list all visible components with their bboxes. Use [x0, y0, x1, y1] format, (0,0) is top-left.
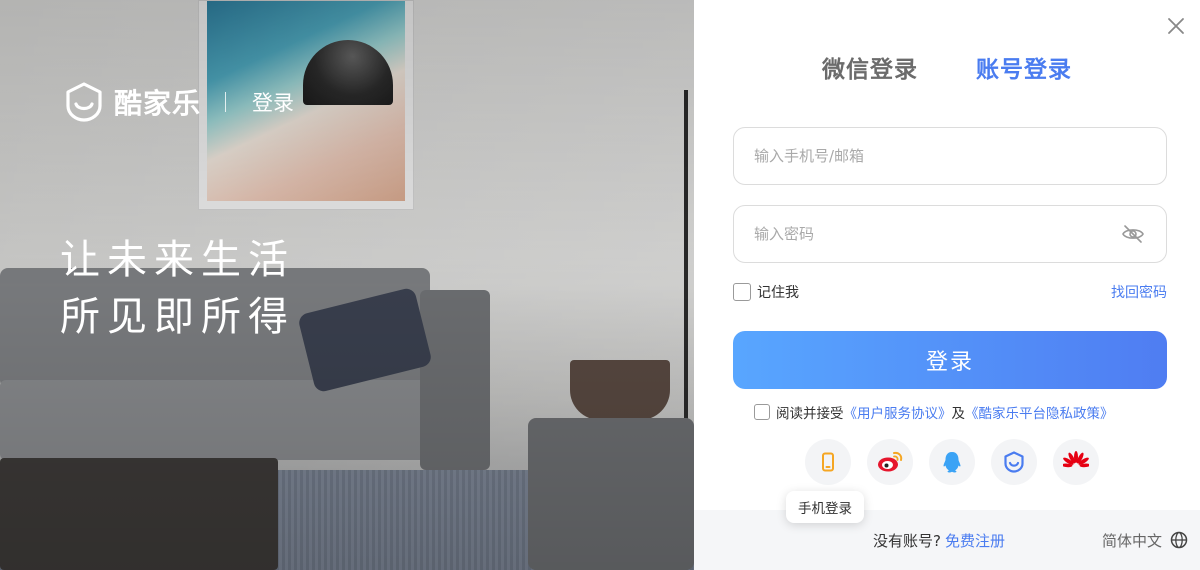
agreement-row: 阅读并接受 《用户服务协议》 及 《酷家乐平台隐私政策》 [754, 402, 1114, 422]
eye-hidden-icon [1122, 225, 1144, 243]
huawei-login-button[interactable] [1053, 439, 1099, 485]
page-label: 登录 [252, 91, 295, 115]
brand-divider [225, 92, 227, 112]
agreement-and: 及 [951, 406, 966, 422]
remember-me[interactable]: 记住我 [733, 282, 799, 302]
weibo-icon [878, 451, 903, 472]
footer-bar: 没有账号? 免费注册 简体中文 [694, 510, 1200, 570]
qq-login-button[interactable] [929, 439, 975, 485]
globe-icon [1170, 531, 1188, 549]
remember-label: 记住我 [757, 285, 799, 301]
tab-account-login[interactable]: 账号登录 [976, 50, 1072, 84]
kujiale-logo-icon [62, 80, 106, 124]
password-input[interactable] [754, 225, 1120, 243]
phone-email-field [733, 127, 1167, 185]
tab-wechat-login[interactable]: 微信登录 [822, 50, 918, 84]
remember-row: 记住我 找回密码 [733, 282, 1167, 302]
agreement-checkbox[interactable] [754, 404, 770, 420]
brand-header: 酷家乐 登录 [62, 80, 294, 124]
toggle-password-visibility[interactable] [1120, 221, 1146, 247]
agreement-prefix: 阅读并接受 [776, 406, 844, 422]
user-agreement-link[interactable]: 《用户服务协议》 [844, 402, 952, 422]
social-login-row [805, 439, 1099, 485]
brand-name: 酷家乐 [114, 87, 202, 120]
kujiale-icon [1004, 451, 1024, 473]
language-selector[interactable]: 简体中文 [1102, 530, 1188, 551]
close-button[interactable] [1164, 14, 1188, 38]
privacy-policy-link[interactable]: 《酷家乐平台隐私政策》 [965, 402, 1114, 422]
login-button[interactable]: 登录 [733, 331, 1167, 389]
login-panel: 微信登录 账号登录 记住我 找回密码 登录 阅读并接受 《用户服务协议》 及 《… [694, 0, 1200, 570]
slogan: 让未来生活 所见即所得 [60, 232, 295, 346]
phone-login-tooltip: 手机登录 [786, 491, 864, 523]
huawei-icon [1063, 451, 1089, 468]
phone-login-button[interactable] [805, 439, 851, 485]
forgot-password-link[interactable]: 找回密码 [1111, 282, 1167, 302]
phone-email-input[interactable] [754, 147, 1146, 165]
kujiale-login-button[interactable] [991, 439, 1037, 485]
password-field [733, 205, 1167, 263]
close-icon [1168, 18, 1184, 34]
no-account-text: 没有账号? 免费注册 [873, 530, 1005, 551]
phone-icon [822, 452, 834, 472]
weibo-login-button[interactable] [867, 439, 913, 485]
slogan-line-2: 所见即所得 [60, 294, 295, 340]
no-account-label: 没有账号? [873, 531, 941, 550]
login-tabs: 微信登录 账号登录 [694, 50, 1200, 84]
hero-panel: 酷家乐 登录 让未来生活 所见即所得 [0, 0, 694, 570]
remember-checkbox[interactable] [733, 283, 751, 301]
register-link[interactable]: 免费注册 [945, 532, 1005, 550]
qq-icon [943, 452, 961, 473]
slogan-line-1: 让未来生活 [60, 237, 295, 283]
language-label: 简体中文 [1101, 531, 1162, 550]
